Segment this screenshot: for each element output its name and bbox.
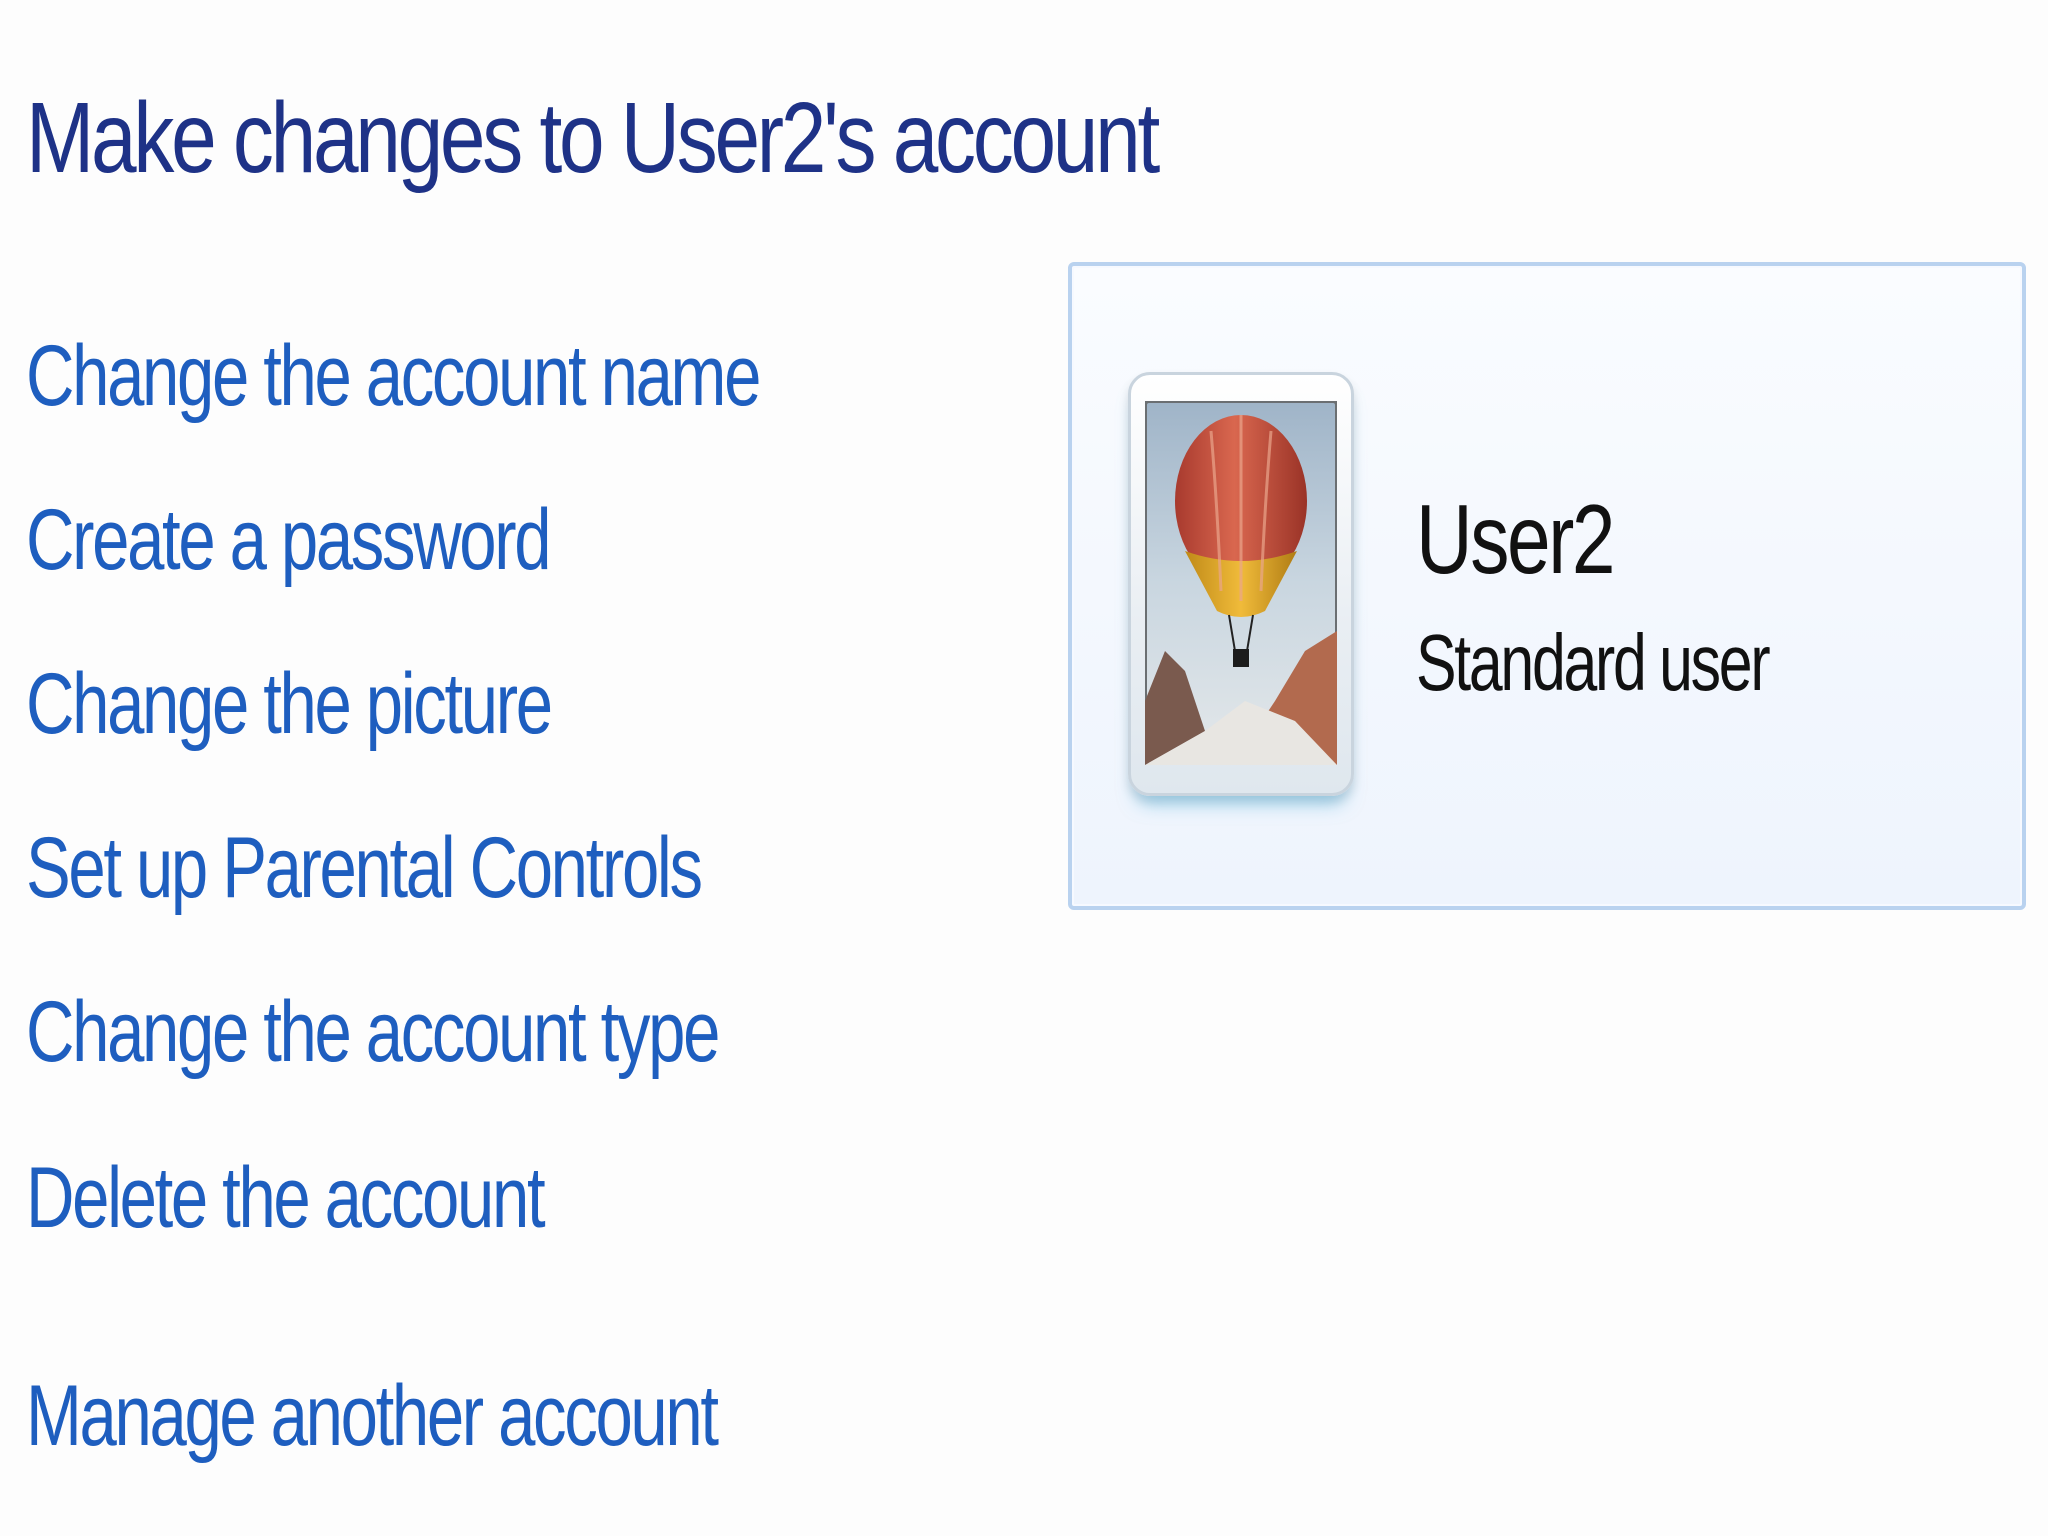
manage-another-account-link[interactable]: Manage another account [26,1366,719,1466]
change-picture-link[interactable]: Change the picture [26,654,553,754]
account-name: User2 [1416,484,1616,594]
hot-air-balloon-icon [1145,401,1337,765]
account-type: Standard user [1416,618,1771,707]
delete-account-link[interactable]: Delete the account [26,1148,546,1248]
change-account-name-link[interactable]: Change the account name [26,326,761,426]
change-account-type-link[interactable]: Change the account type [26,982,720,1082]
create-password-link[interactable]: Create a password [26,490,552,590]
account-picture [1128,372,1354,796]
parental-controls-link[interactable]: Set up Parental Controls [26,818,703,918]
page-title: Make changes to User2's account [26,82,1160,194]
account-card: User2 Standard user [1068,262,2026,910]
